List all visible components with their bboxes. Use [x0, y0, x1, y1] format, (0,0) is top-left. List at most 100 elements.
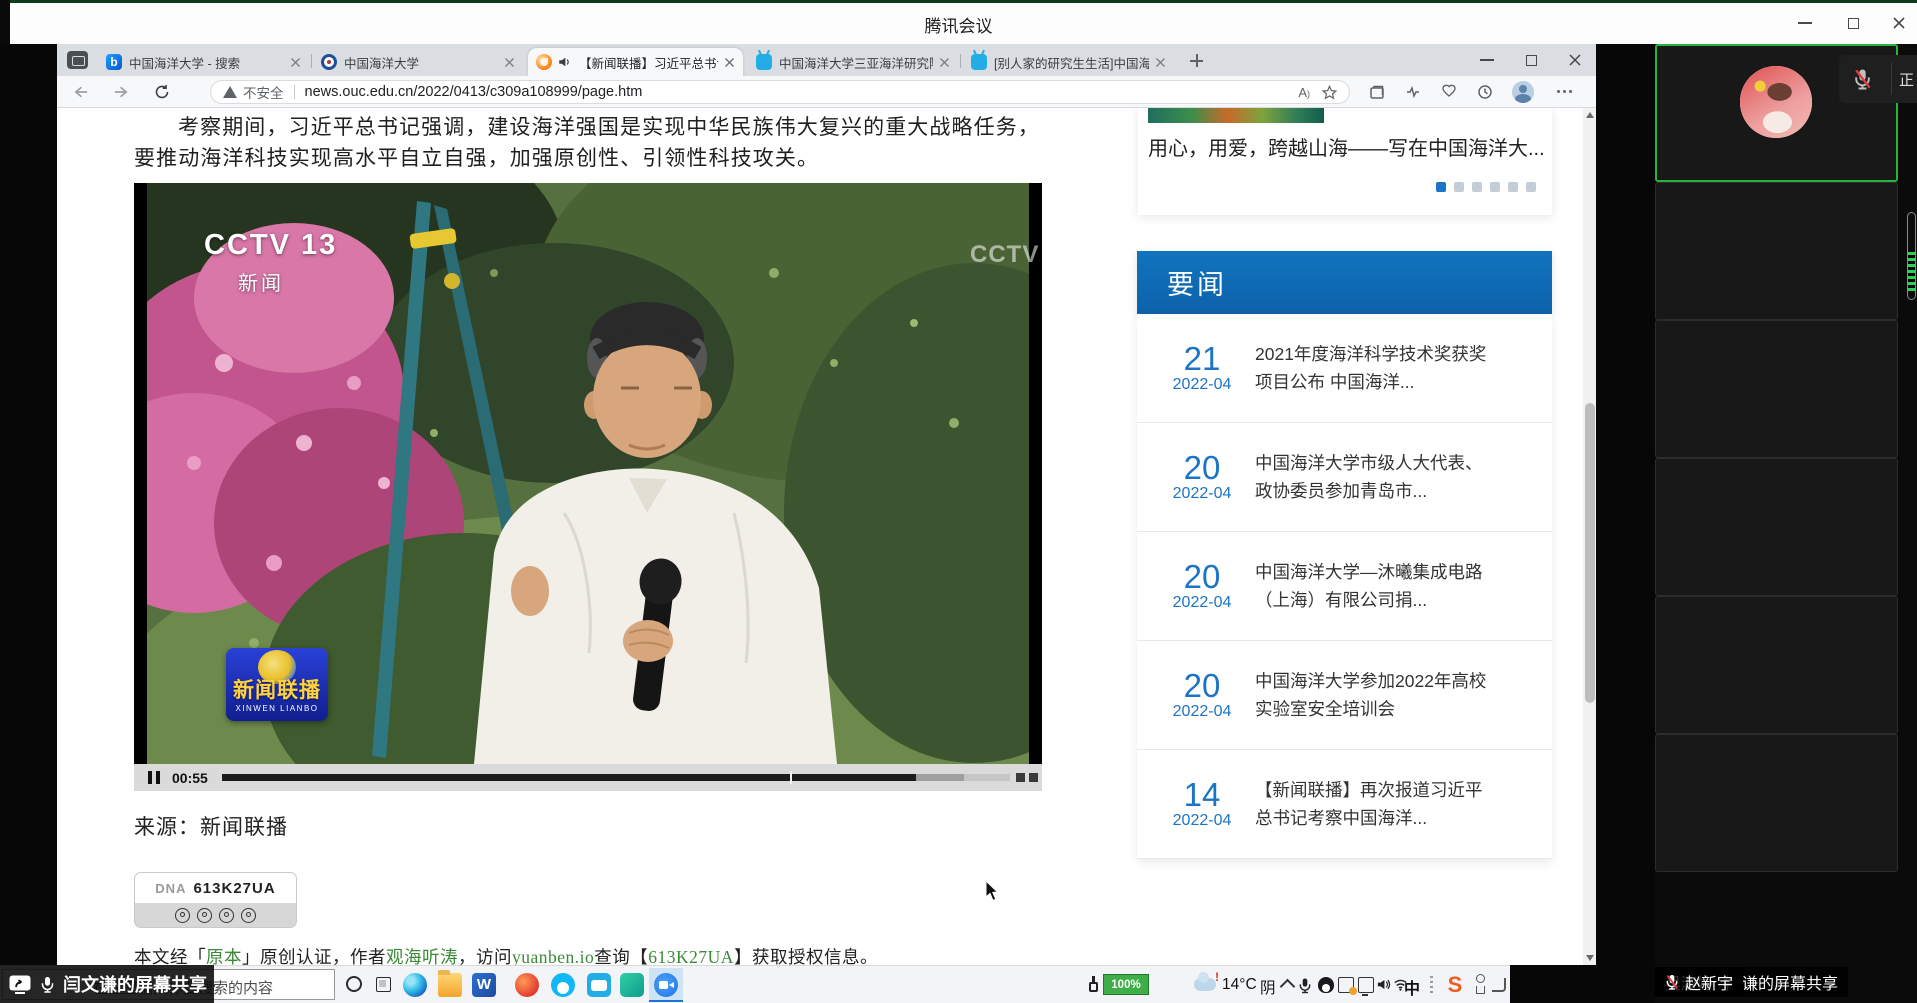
forward-icon[interactable] — [110, 82, 132, 102]
tab-ouc-home[interactable]: 中国海洋大学 — [313, 48, 523, 76]
browser-maximize-button[interactable] — [1517, 51, 1545, 69]
meeting-minimize-button[interactable] — [1792, 14, 1818, 32]
taskbar-docs-icon[interactable] — [620, 973, 644, 997]
author-link[interactable]: 观海听涛 — [386, 947, 458, 965]
tab-actions-icon[interactable] — [67, 51, 88, 69]
url-text[interactable]: news.ouc.edu.cn/2022/0413/c309a108999/pa… — [305, 84, 1291, 100]
page-scrollbar[interactable] — [1583, 108, 1596, 965]
favorites-star-icon[interactable] — [1322, 85, 1337, 100]
floating-mini-toolbar[interactable]: 正 — [1839, 55, 1917, 103]
meeting-titlebar: 腾讯会议 — [0, 0, 1917, 44]
address-bar[interactable]: 不安全 news.ouc.edu.cn/2022/0413/c309a10899… — [210, 80, 1350, 104]
taskbar-word-icon[interactable]: W — [472, 973, 496, 997]
carousel-image[interactable] — [1148, 108, 1324, 123]
scroll-up-icon[interactable] — [1586, 112, 1594, 118]
notification-corner-icon[interactable] — [1492, 978, 1506, 992]
taskbar-bilibili-icon[interactable] — [587, 973, 611, 997]
cortana-icon[interactable] — [346, 976, 362, 992]
tray-qq-icon[interactable] — [1318, 977, 1334, 993]
fullscreen-icon[interactable] — [1029, 773, 1038, 782]
taskbar-qq-browser-icon[interactable] — [515, 973, 539, 997]
taskbar-edge-icon[interactable] — [403, 973, 427, 997]
weather-label[interactable]: 阴 — [1260, 976, 1276, 998]
back-icon[interactable] — [69, 82, 91, 102]
tab-ouc-search[interactable]: b 中国海洋大学 - 搜索 — [98, 48, 309, 76]
temperature-label[interactable]: 14°C — [1222, 976, 1257, 994]
carousel-dots[interactable] — [1436, 182, 1536, 192]
video-progress-bar[interactable] — [222, 774, 1010, 781]
bilibili-favicon-icon — [756, 54, 772, 70]
tab-title: 【新闻联播】习近平总书记 — [579, 53, 718, 72]
tab-close-icon[interactable] — [504, 57, 515, 68]
tray-expand-icon[interactable] — [1280, 979, 1296, 995]
news-title-line: 2021年度海洋科学技术奖获奖 — [1255, 340, 1486, 368]
participant-tile[interactable]: 赵新宇 — [1655, 734, 1898, 872]
tab-news-active[interactable]: 【新闻联播】习近平总书记 — [528, 48, 743, 76]
read-aloud-icon[interactable]: A) — [1298, 85, 1310, 100]
ime-indicator[interactable]: 中 — [1404, 975, 1420, 999]
footer-text: 】获取授权信息。 — [734, 947, 878, 965]
taskbar-qq-icon[interactable] — [551, 973, 575, 997]
history-icon[interactable] — [1477, 84, 1495, 100]
news-item[interactable]: 212022-04 2021年度海洋科学技术奖获奖项目公布 中国海洋... — [1137, 314, 1552, 423]
tray-display-icon[interactable] — [1358, 977, 1374, 993]
scroll-down-icon[interactable] — [1586, 955, 1594, 961]
news-day: 14 — [1159, 778, 1245, 812]
yuanben-io-link[interactable]: yuanben.io — [512, 947, 594, 965]
mouse-cursor — [985, 880, 1001, 902]
new-tab-button[interactable] — [1188, 52, 1205, 69]
scrollbar-thumb[interactable] — [1585, 403, 1595, 703]
profile-avatar[interactable] — [1512, 81, 1534, 103]
tray-message-icon[interactable] — [1338, 977, 1354, 993]
tab-audio-icon[interactable] — [557, 55, 572, 69]
tab-close-icon[interactable] — [1155, 57, 1166, 68]
collections-icon[interactable] — [1369, 84, 1387, 100]
participant-tile[interactable]: 索雅茹 — [1655, 182, 1898, 320]
news-title-line: 中国海洋大学市级人大代表、 — [1255, 449, 1483, 477]
sogou-input-icon[interactable]: S — [1442, 972, 1468, 998]
news-item[interactable]: 142022-04 【新闻联播】再次报道习近平总书记考察中国海洋... — [1137, 750, 1552, 859]
settings-ellipsis-icon[interactable] — [1557, 90, 1573, 94]
mic-muted-icon[interactable] — [1853, 67, 1872, 91]
tab-grad-life[interactable]: [别人家的研究生生活]中国海洋大 — [963, 48, 1174, 76]
news-item[interactable]: 202022-04 中国海洋大学—沐曦集成电路（上海）有限公司捐... — [1137, 532, 1552, 641]
weather-icon[interactable] — [1194, 978, 1216, 991]
tab-close-icon[interactable] — [290, 57, 301, 68]
news-video-player[interactable]: CCTV 13 新闻 CCTV 新闻联播 XINWEN LIANBO 00:55 — [134, 183, 1042, 791]
tray-mic-icon[interactable] — [1298, 977, 1314, 993]
yuanben-dna-badge[interactable]: DNA 613K27UA — [134, 872, 297, 928]
participant-tile[interactable]: 冯雅琪 — [1655, 320, 1898, 458]
task-view-icon[interactable] — [376, 977, 391, 992]
news-item[interactable]: 202022-04 中国海洋大学市级人大代表、政协委员参加青岛市... — [1137, 423, 1552, 532]
volume-icon[interactable] — [1016, 773, 1025, 782]
news-section-header: 要闻 — [1137, 251, 1552, 314]
tab-close-icon[interactable] — [724, 57, 735, 68]
pause-button[interactable] — [148, 771, 160, 784]
news-item[interactable]: 202022-04 中国海洋大学参加2022年高校实验室安全培训会 — [1137, 641, 1552, 750]
sharer-name: 闫文谦的屏幕共享 — [63, 971, 207, 997]
refresh-icon[interactable] — [151, 82, 173, 102]
meeting-close-button[interactable] — [1886, 14, 1912, 32]
battery-indicator[interactable]: 100% — [1088, 974, 1149, 995]
participant-tile[interactable]: 林怡婷 — [1655, 458, 1898, 596]
participant-tile[interactable]: 吴淑婷 — [1655, 596, 1898, 734]
tab-close-icon[interactable] — [939, 57, 950, 68]
tab-sanya-institute[interactable]: 中国海洋大学三亚海洋研究院_搜 — [748, 48, 958, 76]
browser-close-button[interactable] — [1561, 51, 1589, 69]
taskbar-explorer-icon[interactable] — [438, 973, 462, 997]
cc-license-icon — [175, 908, 190, 923]
carousel-title[interactable]: 用心，用爱，跨越山海——写在中国海洋大... — [1148, 132, 1546, 161]
cctv13-logo-sub: 新闻 — [238, 267, 284, 296]
video-playhead[interactable] — [790, 771, 792, 784]
news-day: 21 — [1159, 342, 1245, 376]
browser-minimize-button[interactable] — [1473, 51, 1501, 69]
dna-code-link[interactable]: 613K27UA — [648, 947, 734, 965]
browser-essentials-icon[interactable] — [1405, 84, 1423, 100]
bing-favicon-icon: b — [106, 54, 122, 70]
meeting-maximize-button[interactable] — [1840, 14, 1866, 32]
tray-volume-icon[interactable] — [1376, 977, 1392, 993]
ime-toolbar-icon[interactable] — [1474, 974, 1488, 996]
favorites-bar-icon[interactable] — [1441, 84, 1459, 100]
taskbar-meeting-active-slot[interactable] — [649, 968, 683, 1002]
yuanben-link[interactable]: 原本 — [206, 947, 242, 965]
